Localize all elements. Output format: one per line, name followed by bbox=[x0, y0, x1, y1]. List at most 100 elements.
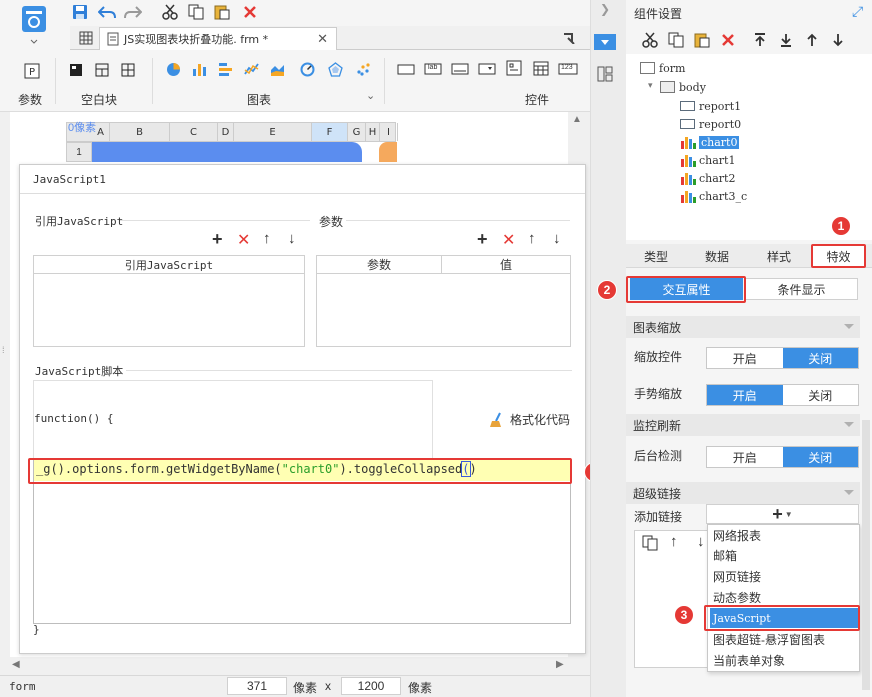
horizontal-scrollbar[interactable] bbox=[10, 657, 584, 673]
add-link-dropdown[interactable]: + ▼ bbox=[706, 504, 859, 524]
column-header[interactable]: I bbox=[380, 123, 398, 141]
column-header[interactable]: D bbox=[218, 123, 234, 141]
tree-node-report1[interactable]: report1 bbox=[680, 98, 741, 114]
tree-expand-icon[interactable]: ▾ bbox=[648, 81, 653, 91]
link-copy-icon[interactable] bbox=[640, 534, 660, 552]
grid-view-icon[interactable] bbox=[76, 28, 96, 48]
pie-chart-icon[interactable] bbox=[164, 60, 182, 78]
undo-icon[interactable] bbox=[97, 2, 117, 22]
gesture-zoom-on[interactable]: 开启 bbox=[707, 385, 783, 405]
move-down-icon[interactable] bbox=[828, 30, 848, 50]
remove-param-button[interactable]: ✕ bbox=[502, 230, 515, 250]
column-header[interactable]: A bbox=[92, 123, 110, 141]
bar-chart-icon[interactable] bbox=[190, 60, 208, 78]
move-up-icon[interactable] bbox=[802, 30, 822, 50]
button-widget-icon[interactable] bbox=[396, 61, 416, 77]
redo-icon[interactable] bbox=[123, 2, 143, 22]
column-header[interactable]: B bbox=[110, 123, 170, 141]
tree-node-chart3[interactable]: chart3_c bbox=[680, 188, 747, 204]
sheet-orange-cell[interactable] bbox=[379, 142, 397, 162]
widget-settings-rail-button[interactable] bbox=[594, 34, 616, 50]
backend-check-toggle[interactable]: 开启 关闭 bbox=[706, 446, 859, 468]
column-header[interactable]: H bbox=[366, 123, 380, 141]
chart-group-expand-icon[interactable]: ⌄ bbox=[366, 89, 375, 102]
left-splitter[interactable] bbox=[0, 112, 10, 677]
layout-rail-icon[interactable] bbox=[595, 64, 615, 84]
column-header[interactable]: G bbox=[348, 123, 366, 141]
remove-ref-js-button[interactable]: ✕ bbox=[237, 230, 250, 250]
tree-node-body[interactable]: ▾ body bbox=[648, 79, 706, 95]
number-widget-icon[interactable]: 123 bbox=[557, 61, 579, 77]
paste-icon[interactable] bbox=[212, 2, 232, 22]
zoom-control-on[interactable]: 开启 bbox=[707, 348, 783, 368]
move-down-param-button[interactable]: ↓ bbox=[553, 230, 561, 247]
subtab-condition[interactable]: 条件显示 bbox=[745, 278, 858, 300]
tab-data[interactable]: 数据 bbox=[686, 244, 748, 268]
link-move-down-icon[interactable]: ↓ bbox=[697, 533, 705, 550]
move-down-ref-js-button[interactable]: ↓ bbox=[288, 230, 296, 247]
close-tab-icon[interactable]: ✕ bbox=[317, 31, 328, 47]
chart-row-bar[interactable] bbox=[92, 142, 362, 162]
menu-item-web-report[interactable]: 网络报表 bbox=[710, 525, 858, 545]
column-header[interactable]: C bbox=[170, 123, 218, 141]
combobox-widget-icon[interactable] bbox=[477, 61, 497, 77]
tree-node-form[interactable]: form bbox=[640, 60, 685, 76]
zoom-control-off[interactable]: 关闭 bbox=[782, 348, 858, 368]
radar-chart-icon[interactable] bbox=[326, 60, 344, 78]
add-ref-js-button[interactable]: + bbox=[212, 229, 223, 250]
tree-node-report0[interactable]: report0 bbox=[680, 116, 741, 132]
scatter-chart-icon[interactable] bbox=[354, 60, 372, 78]
textbox-widget-icon[interactable] bbox=[450, 61, 470, 77]
tab-block-icon[interactable] bbox=[93, 61, 111, 79]
date-widget-icon[interactable] bbox=[531, 59, 551, 77]
menu-item-dynamic-param[interactable]: 动态参数 bbox=[710, 587, 858, 607]
gesture-zoom-toggle[interactable]: 开启 关闭 bbox=[706, 384, 859, 406]
menu-item-web-link[interactable]: 网页链接 bbox=[710, 566, 858, 586]
area-chart-icon[interactable] bbox=[268, 60, 286, 78]
app-menu-button[interactable] bbox=[14, 2, 54, 46]
label-widget-icon[interactable]: lab bbox=[423, 61, 443, 77]
cut-icon[interactable] bbox=[160, 2, 180, 22]
zoom-control-toggle[interactable]: 开启 关闭 bbox=[706, 347, 859, 369]
scroll-right-arrow[interactable]: ▶ bbox=[556, 659, 564, 670]
panel-cut-icon[interactable] bbox=[640, 30, 660, 50]
hyperlink-section-header[interactable]: 超级链接 bbox=[626, 482, 860, 504]
delete-icon[interactable] bbox=[240, 2, 260, 22]
scroll-up-arrow[interactable]: ▲ bbox=[572, 114, 582, 125]
menu-item-email[interactable]: 邮箱 bbox=[710, 545, 858, 565]
tab-document[interactable]: JS实现图表块折叠功能. frm * ✕ bbox=[99, 27, 337, 50]
zoom-section-header[interactable]: 图表缩放 bbox=[626, 316, 860, 338]
copy-icon[interactable] bbox=[186, 2, 206, 22]
move-bottom-icon[interactable] bbox=[776, 30, 796, 50]
save-icon[interactable] bbox=[70, 2, 90, 22]
add-param-button[interactable]: + bbox=[477, 229, 488, 250]
line-chart-icon[interactable] bbox=[242, 60, 260, 78]
column-header[interactable]: F bbox=[312, 123, 348, 141]
param-panel-icon[interactable]: P bbox=[22, 61, 42, 81]
backend-check-on[interactable]: 开启 bbox=[707, 447, 783, 467]
collapse-panel-icon[interactable]: ❯ bbox=[600, 2, 610, 16]
tab-type[interactable]: 类型 bbox=[626, 244, 686, 268]
backend-check-off[interactable]: 关闭 bbox=[782, 447, 858, 467]
panel-paste-icon[interactable] bbox=[692, 30, 712, 50]
tree-node-chart1[interactable]: chart1 bbox=[680, 152, 735, 168]
panel-scrollbar[interactable] bbox=[862, 420, 870, 690]
move-up-param-button[interactable]: ↑ bbox=[528, 230, 536, 247]
refresh-section-header[interactable]: 监控刷新 bbox=[626, 414, 860, 436]
tab-menu-icon[interactable] bbox=[560, 30, 578, 46]
scroll-left-arrow[interactable]: ◀ bbox=[12, 659, 20, 670]
menu-item-floating-chart[interactable]: 图表超链-悬浮窗图表 bbox=[710, 629, 858, 649]
tree-node-chart0[interactable]: chart0 bbox=[680, 134, 740, 150]
column-header[interactable]: E bbox=[234, 123, 312, 141]
format-code-button[interactable]: 格式化代码 bbox=[489, 411, 570, 428]
panel-delete-icon[interactable] bbox=[718, 30, 738, 50]
panel-copy-icon[interactable] bbox=[666, 30, 686, 50]
checkbox-widget-icon[interactable] bbox=[504, 59, 524, 77]
link-move-up-icon[interactable]: ↑ bbox=[670, 533, 678, 550]
tab-style[interactable]: 样式 bbox=[748, 244, 810, 268]
width-input[interactable]: 371 bbox=[227, 677, 287, 695]
height-input[interactable]: 1200 bbox=[341, 677, 401, 695]
pin-panel-icon[interactable]: ⤢ bbox=[852, 3, 863, 20]
menu-item-current-form-object[interactable]: 当前表单对象 bbox=[710, 650, 858, 670]
hbar-chart-icon[interactable] bbox=[216, 60, 234, 78]
